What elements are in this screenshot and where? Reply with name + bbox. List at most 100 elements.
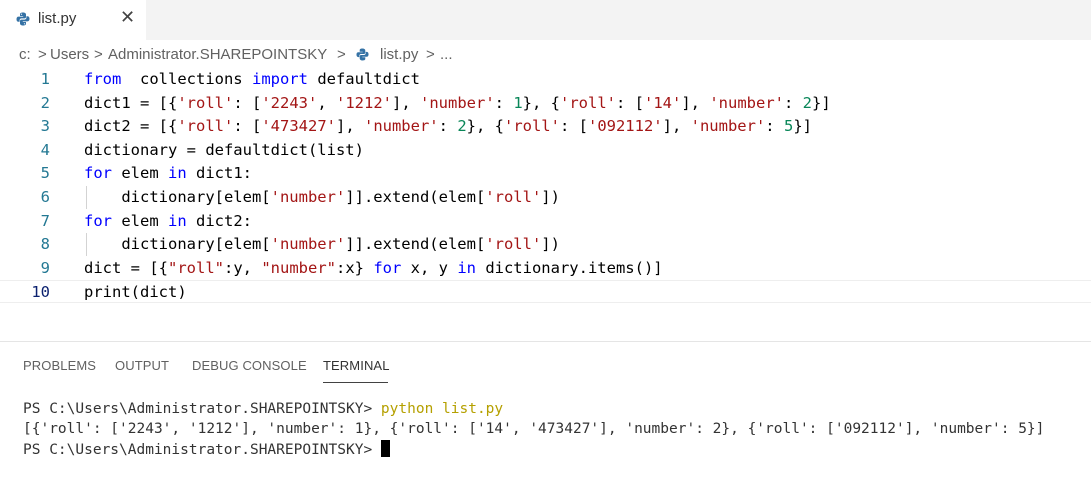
- code-keyword: from: [84, 70, 122, 88]
- code-text: :: [494, 93, 514, 112]
- code-line[interactable]: 9 dict = [{"roll":y, "number":x} for x, y…: [0, 257, 1091, 280]
- code-keyword: import: [251, 70, 308, 88]
- code-keyword: for: [84, 211, 112, 230]
- line-number: 2: [40, 93, 50, 112]
- chevron-right-icon: >: [426, 46, 435, 63]
- code-text: ],: [662, 117, 691, 136]
- code-text: : [: [616, 93, 644, 112]
- code-text: ]): [541, 235, 560, 254]
- code-text: :: [783, 93, 803, 112]
- code-line[interactable]: 10 print(dict): [0, 280, 1091, 304]
- close-icon[interactable]: ✕: [120, 7, 135, 28]
- code-text: x, y: [401, 258, 458, 277]
- code-number: 2: [457, 117, 467, 136]
- terminal-prompt: PS C:\Users\Administrator.SHAREPOINTSKY>: [23, 442, 381, 458]
- tab-output[interactable]: OUTPUT: [115, 358, 169, 373]
- terminal-prompt: PS C:\Users\Administrator.SHAREPOINTSKY>: [23, 401, 381, 417]
- code-text: dict1:: [186, 164, 252, 183]
- terminal-output: [{'roll': ['2243', '1212'], 'number': 1}…: [23, 421, 1045, 437]
- code-string: 'number': [270, 188, 346, 206]
- code-text: :x}: [335, 258, 374, 277]
- chevron-right-icon: >: [337, 46, 346, 63]
- code-text: ,: [317, 93, 336, 112]
- code-line[interactable]: 1 from collections import defaultdict: [0, 68, 1091, 91]
- terminal-command: python list.py: [380, 401, 504, 417]
- code-string: "number": [261, 258, 336, 277]
- code-text: }]: [812, 93, 831, 112]
- code-string: 'roll': [485, 188, 542, 206]
- code-line[interactable]: 6 dictionary[elem['number']].extend(elem…: [0, 186, 1091, 209]
- code-string: 'roll': [177, 117, 234, 136]
- code-string: '473427': [261, 117, 336, 136]
- line-number: 3: [40, 117, 50, 136]
- code-text: ],: [681, 93, 710, 112]
- active-tab-indicator: [323, 382, 388, 383]
- tab-list-py[interactable]: list.py ✕: [0, 0, 146, 40]
- code-content: dict1 = [{'roll': ['2243', '1212'], 'num…: [84, 92, 831, 115]
- line-number: 4: [40, 140, 50, 159]
- code-string: 'number': [420, 93, 495, 112]
- code-string: '14': [644, 93, 682, 112]
- code-line[interactable]: 7 for elem in dict2:: [0, 210, 1091, 233]
- line-number: 1: [40, 70, 50, 88]
- chevron-right-icon: >: [94, 46, 103, 63]
- code-keyword: for: [84, 164, 112, 183]
- code-text: : [: [559, 117, 588, 136]
- chevron-right-icon: >: [38, 46, 47, 63]
- code-text: dict1 = [{: [84, 93, 178, 112]
- line-number: 10: [31, 283, 50, 302]
- code-string: "roll": [168, 258, 224, 277]
- code-content: for elem in dict1:: [84, 162, 252, 185]
- code-keyword: in: [168, 211, 187, 230]
- code-text: dictionary.items()]: [475, 258, 663, 277]
- code-text: dict2:: [186, 211, 252, 230]
- code-line[interactable]: 4 dictionary = defaultdict(list): [0, 139, 1091, 162]
- terminal-cursor: [380, 440, 390, 457]
- bottom-panel: PROBLEMS OUTPUT DEBUG CONSOLE TERMINAL P…: [0, 341, 1091, 493]
- breadcrumb-symbols[interactable]: ...: [440, 46, 453, 63]
- code-line[interactable]: 5 for elem in dict1:: [0, 162, 1091, 185]
- code-string: 'roll': [485, 235, 542, 254]
- code-number: 2: [802, 93, 812, 112]
- code-number: 1: [513, 93, 523, 112]
- terminal-input-line[interactable]: PS C:\Users\Administrator.SHAREPOINTSKY>: [23, 440, 390, 460]
- breadcrumb-administrator[interactable]: Administrator.SHAREPOINTSKY: [108, 46, 327, 63]
- tab-terminal[interactable]: TERMINAL: [323, 358, 390, 373]
- code-content: from collections import defaultdict: [84, 68, 420, 91]
- code-string: 'number': [709, 93, 784, 112]
- code-text: elem: [112, 211, 168, 230]
- tab-problems[interactable]: PROBLEMS: [23, 358, 96, 373]
- code-content: dict2 = [{'roll': ['473427'], 'number': …: [84, 115, 812, 138]
- editor-tab-bar: list.py ✕: [0, 0, 1091, 40]
- code-string: 'number': [363, 117, 439, 136]
- breadcrumb-drive[interactable]: c:: [19, 46, 31, 63]
- code-text: dict = [{: [84, 258, 168, 277]
- code-text: : [: [233, 117, 262, 136]
- line-number: 7: [40, 211, 50, 230]
- code-string: 'number': [690, 117, 766, 136]
- breadcrumb-file[interactable]: list.py: [380, 46, 418, 63]
- code-number: 5: [783, 117, 794, 136]
- code-string: 'roll': [503, 117, 560, 136]
- line-number: 8: [40, 235, 50, 254]
- code-line[interactable]: 3 dict2 = [{'roll': ['473427'], 'number':…: [0, 115, 1091, 138]
- tab-debug-console[interactable]: DEBUG CONSOLE: [192, 358, 307, 373]
- code-string: 'number': [270, 235, 346, 254]
- code-text: : [: [233, 93, 262, 112]
- breadcrumb-users[interactable]: Users: [50, 46, 89, 63]
- code-text: dictionary[elem[: [84, 188, 271, 206]
- indent-guide: [86, 186, 87, 209]
- code-text: }]: [793, 117, 812, 136]
- code-text: }, {: [522, 93, 560, 112]
- code-text: collections: [121, 70, 252, 88]
- code-text: ]].extend(elem[: [345, 235, 486, 254]
- code-line[interactable]: 2 dict1 = [{'roll': ['2243', '1212'], 'nu…: [0, 92, 1091, 115]
- code-keyword: in: [168, 164, 187, 183]
- code-text: ]): [541, 188, 560, 206]
- code-text: }, {: [466, 117, 504, 136]
- code-text: ],: [335, 117, 364, 136]
- code-string: 'roll': [560, 93, 616, 112]
- code-text: elem: [112, 164, 168, 183]
- code-line[interactable]: 8 dictionary[elem['number']].extend(elem…: [0, 233, 1091, 257]
- code-text: dictionary = defaultdict(list): [84, 140, 364, 159]
